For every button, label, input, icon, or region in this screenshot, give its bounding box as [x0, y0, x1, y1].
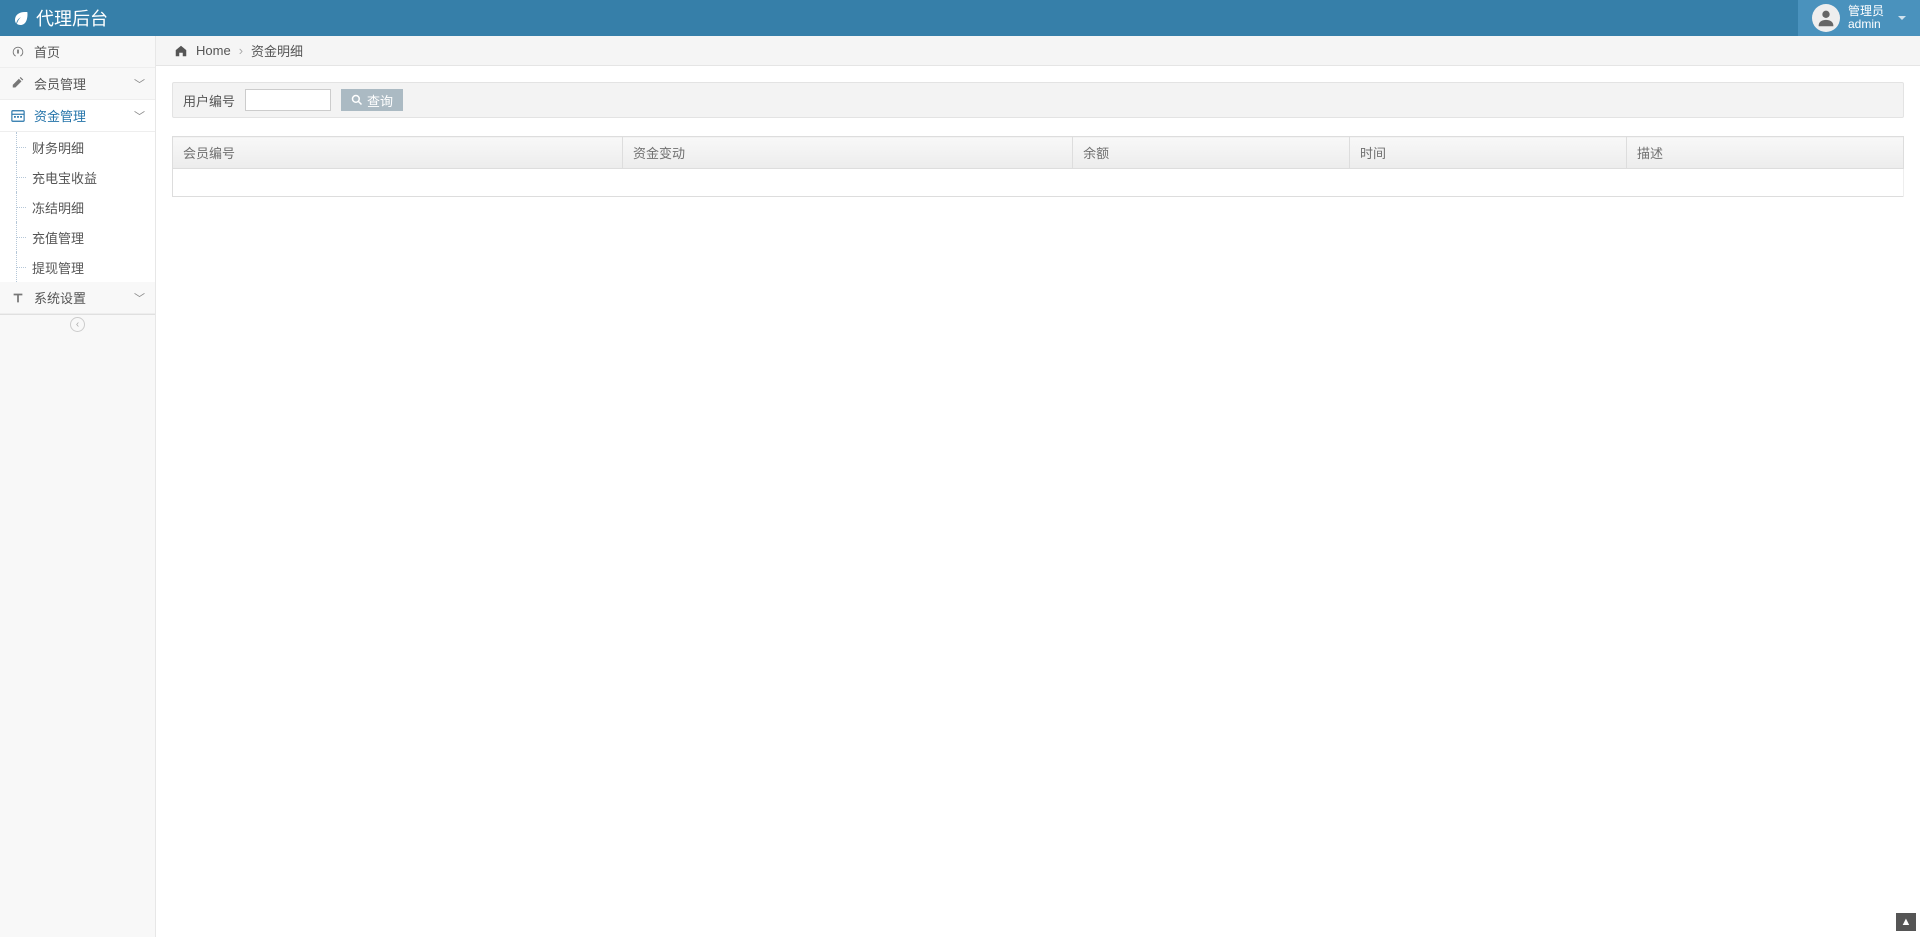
text-icon — [10, 290, 26, 306]
submenu-item-label: 充电宝收益 — [32, 168, 97, 187]
user-meta: 管理员 admin — [1848, 5, 1884, 31]
user-menu[interactable]: 管理员 admin — [1798, 0, 1920, 36]
col-time: 时间 — [1350, 137, 1627, 169]
filter-bar: 用户编号 查询 — [172, 82, 1904, 118]
sidebar-item-system[interactable]: 系统设置 ﹀ — [0, 282, 155, 314]
search-icon — [351, 94, 363, 106]
submenu-item-withdraw[interactable]: 提现管理 — [0, 252, 155, 282]
sidebar-item-members[interactable]: 会员管理 ﹀ — [0, 68, 155, 100]
sidebar-item-label: 会员管理 — [34, 74, 134, 93]
funds-table: 会员编号 资金变动 余额 时间 描述 — [172, 136, 1904, 197]
submenu-item-recharge[interactable]: 充值管理 — [0, 222, 155, 252]
col-description: 描述 — [1627, 137, 1904, 169]
breadcrumb-separator: › — [239, 43, 243, 58]
brand-title: 代理后台 — [36, 5, 108, 31]
sidebar-item-label: 首页 — [34, 42, 145, 61]
user-name: admin — [1848, 18, 1884, 31]
col-fund-change: 资金变动 — [623, 137, 1073, 169]
leaf-icon — [12, 10, 28, 26]
submenu-item-label: 提现管理 — [32, 258, 84, 277]
chevron-down-icon — [1898, 16, 1906, 20]
sidebar-submenu-funds: 财务明细 充电宝收益 冻结明细 充值管理 提现管理 — [0, 132, 155, 282]
main: Home › 资金明细 用户编号 查询 会员编号 资金变动 — [156, 36, 1920, 937]
edit-icon — [10, 76, 26, 92]
col-member-id: 会员编号 — [173, 137, 623, 169]
sidebar-item-home[interactable]: 首页 — [0, 36, 155, 68]
sidebar: 首页 会员管理 ﹀ 资金管理 ﹀ 财务明细 充电宝收益 冻结明细 充值管理 — [0, 36, 156, 937]
breadcrumb: Home › 资金明细 — [156, 36, 1920, 66]
chevron-down-icon: ﹀ — [134, 76, 145, 92]
sidebar-item-funds[interactable]: 资金管理 ﹀ — [0, 100, 155, 132]
header: 代理后台 管理员 admin — [0, 0, 1920, 36]
empty-cell — [173, 169, 1904, 197]
sidebar-item-label: 系统设置 — [34, 288, 134, 307]
submenu-item-label: 财务明细 — [32, 138, 84, 157]
scroll-to-top-button[interactable]: ▲ — [1896, 913, 1916, 931]
sidebar-collapse-toggle[interactable]: ‹ — [0, 314, 155, 334]
brand: 代理后台 — [0, 5, 108, 31]
col-balance: 余额 — [1073, 137, 1350, 169]
chevron-left-icon: ‹ — [70, 317, 85, 332]
search-button-label: 查询 — [367, 91, 393, 110]
chevron-down-icon: ﹀ — [134, 290, 145, 306]
submenu-item-label: 冻结明细 — [32, 198, 84, 217]
chevron-down-icon: ﹀ — [134, 108, 145, 124]
sidebar-item-label: 资金管理 — [34, 106, 134, 125]
filter-label-userid: 用户编号 — [183, 91, 235, 110]
submenu-item-label: 充值管理 — [32, 228, 84, 247]
table-header-row: 会员编号 资金变动 余额 时间 描述 — [173, 137, 1904, 169]
table-row — [173, 169, 1904, 197]
home-icon — [174, 44, 188, 58]
dashboard-icon — [10, 44, 26, 60]
breadcrumb-current: 资金明细 — [251, 41, 303, 60]
breadcrumb-home[interactable]: Home — [196, 43, 231, 58]
user-avatar-icon — [1812, 4, 1840, 32]
chevron-up-icon: ▲ — [1901, 916, 1912, 928]
calendar-icon — [10, 108, 26, 124]
submenu-item-frozen-detail[interactable]: 冻结明细 — [0, 192, 155, 222]
submenu-item-powerbank-income[interactable]: 充电宝收益 — [0, 162, 155, 192]
search-button[interactable]: 查询 — [341, 89, 403, 111]
user-id-input[interactable] — [245, 89, 331, 111]
submenu-item-finance-detail[interactable]: 财务明细 — [0, 132, 155, 162]
